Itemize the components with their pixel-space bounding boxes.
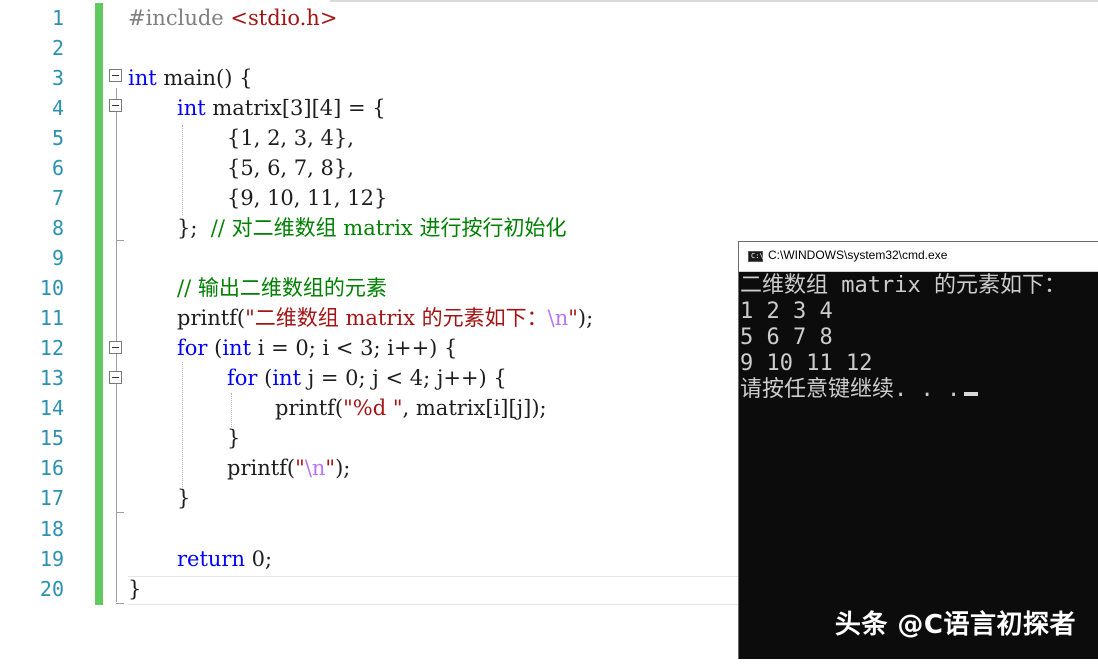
watermark: 头条 @C语言初探者 bbox=[834, 610, 1076, 640]
preprocessor-directive: #include bbox=[128, 6, 231, 30]
keyword: int bbox=[222, 336, 252, 360]
code-text: }; bbox=[177, 216, 211, 240]
code-text: } bbox=[177, 486, 191, 510]
code-text: {1, 2, 3, 4}, bbox=[227, 126, 354, 150]
top-divider bbox=[330, 0, 1098, 2]
keyword: int bbox=[128, 66, 157, 90]
code-line-8[interactable]: }; // 对二维数组 matrix 进行按行初始化 bbox=[0, 213, 1098, 243]
console-window[interactable]: C:\ C:\WINDOWS\system32\cmd.exe 二维数组 mat… bbox=[738, 241, 1098, 659]
include-header: <stdio.h> bbox=[230, 6, 338, 30]
code-text: j = 0; j < 4; j++) { bbox=[301, 366, 507, 390]
string-literal-end: " bbox=[568, 306, 578, 330]
keyword: int bbox=[177, 96, 206, 120]
console-title: C:\WINDOWS\system32\cmd.exe bbox=[768, 248, 948, 262]
console-output-line: 二维数组 matrix 的元素如下： bbox=[740, 273, 1066, 298]
console-prompt-text: 请按任意键继续. . . bbox=[740, 377, 961, 402]
code-text: ); bbox=[577, 306, 594, 330]
code-text: {5, 6, 7, 8}, bbox=[227, 156, 354, 180]
string-literal-end: " bbox=[325, 456, 336, 480]
code-line-5[interactable]: {1, 2, 3, 4}, bbox=[0, 123, 1098, 153]
code-line-4[interactable]: int matrix[3][4] = { bbox=[0, 93, 1098, 123]
code-line-6[interactable]: {5, 6, 7, 8}, bbox=[0, 153, 1098, 183]
console-output: 二维数组 matrix 的元素如下： 1 2 3 4 5 6 7 8 9 10 … bbox=[740, 273, 1098, 403]
keyword: int bbox=[272, 366, 302, 390]
keyword: return bbox=[177, 547, 245, 571]
code-line-3[interactable]: int main() { bbox=[0, 63, 1098, 93]
function-call: printf( bbox=[227, 456, 296, 480]
string-literal: "%d " bbox=[343, 396, 403, 420]
code-line-7[interactable]: {9, 10, 11, 12} bbox=[0, 183, 1098, 213]
code-text: ( bbox=[257, 366, 273, 390]
console-output-line: 9 10 11 12 bbox=[740, 351, 873, 376]
code-text: ); bbox=[335, 456, 351, 480]
code-text: matrix[3][4] = { bbox=[205, 96, 386, 120]
code-text: 0; bbox=[245, 547, 273, 571]
keyword: for bbox=[227, 366, 258, 390]
console-prompt-line: 请按任意键继续. . . bbox=[740, 377, 1098, 403]
string-literal: "二维数组 matrix 的元素如下： bbox=[245, 306, 548, 330]
function-call: printf( bbox=[275, 396, 344, 420]
code-text: main() { bbox=[156, 66, 253, 90]
text-cursor bbox=[964, 392, 979, 396]
comment: // 输出二维数组的元素 bbox=[177, 276, 387, 300]
keyword: for bbox=[177, 336, 208, 360]
comment: // 对二维数组 matrix 进行按行初始化 bbox=[210, 216, 567, 240]
code-text: i = 0; i < 3; i++) { bbox=[251, 336, 458, 360]
function-call: printf( bbox=[177, 306, 246, 330]
code-line-1[interactable]: #include <stdio.h> bbox=[0, 3, 1098, 33]
console-titlebar[interactable]: C:\ C:\WINDOWS\system32\cmd.exe bbox=[739, 242, 1098, 272]
code-text: , matrix[i][j]); bbox=[402, 396, 547, 420]
console-output-line: 5 6 7 8 bbox=[740, 325, 833, 350]
escape-sequence: \n bbox=[304, 456, 326, 480]
escape-sequence: \n bbox=[547, 306, 569, 330]
cmd-icon: C:\ bbox=[748, 251, 764, 262]
code-text: {9, 10, 11, 12} bbox=[227, 186, 388, 210]
code-text: } bbox=[128, 577, 142, 601]
string-literal: " bbox=[295, 456, 305, 480]
console-output-line: 1 2 3 4 bbox=[740, 299, 833, 324]
code-text: ( bbox=[207, 336, 223, 360]
code-text: } bbox=[227, 426, 241, 450]
